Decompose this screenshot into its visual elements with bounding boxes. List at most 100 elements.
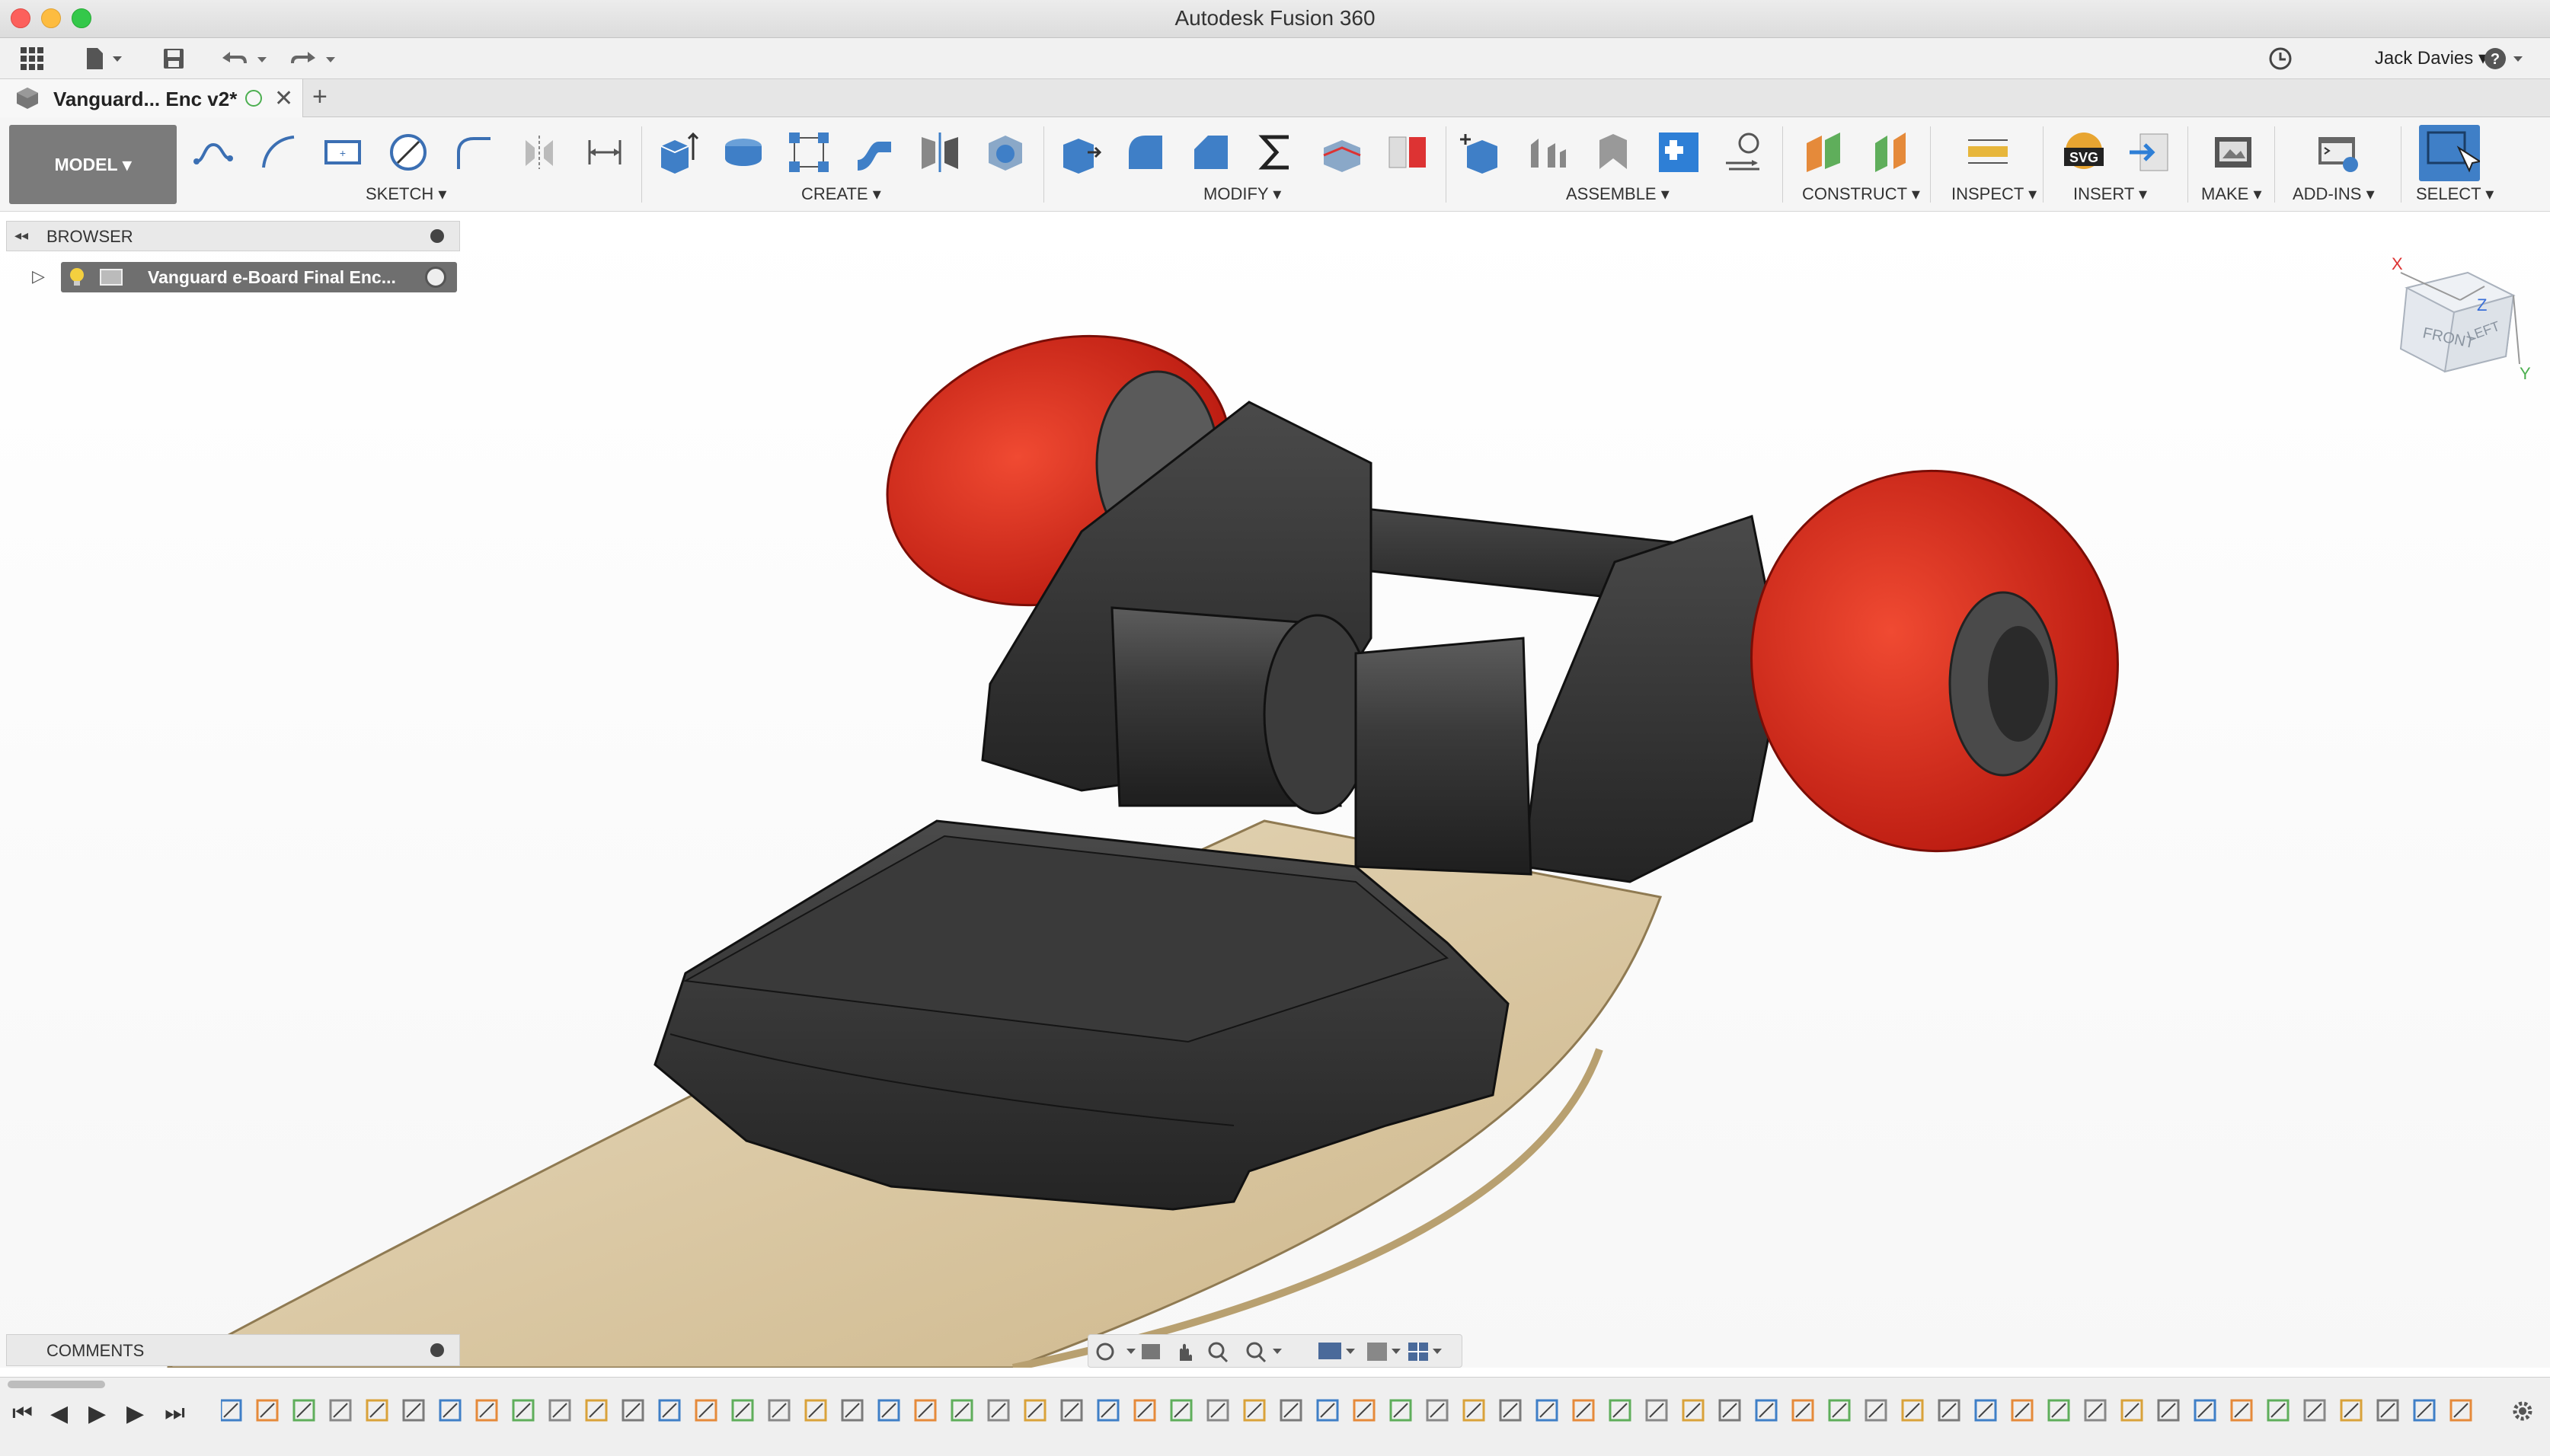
zoom-icon[interactable] [1208,1342,1229,1363]
scripts-addins-icon[interactable] [2314,128,2363,177]
file-menu-icon[interactable] [81,46,129,72]
look-at-icon[interactable] [1142,1344,1160,1359]
modify-group-label[interactable]: MODIFY ▾ [1203,184,1281,204]
parameters-sigma-icon[interactable] [1252,128,1301,177]
browser-pin-icon[interactable] [430,229,444,243]
browser-root-node[interactable]: Vanguard e-Board Final Enc... [61,262,457,292]
new-tab-button[interactable]: + [312,82,328,112]
sweep-icon[interactable] [850,128,899,177]
timeline-feature-icon[interactable] [2449,1399,2472,1422]
timeline-feature-icon[interactable] [914,1399,937,1422]
collapse-browser-icon[interactable]: ◂◂ [14,228,28,244]
lightbulb-visibility-icon[interactable] [67,267,87,292]
timeline-last-icon[interactable]: ⏭ [165,1400,185,1426]
rigid-group-icon[interactable] [1654,128,1703,177]
timeline-feature-icon[interactable] [439,1399,462,1422]
select-group-label[interactable]: SELECT ▾ [2416,184,2494,204]
insert-mesh-icon[interactable] [2125,128,2174,177]
timeline-feature-icon[interactable] [1645,1399,1668,1422]
timeline-feature-icon[interactable] [1426,1399,1449,1422]
select-tool-button[interactable] [2419,125,2482,181]
timeline-feature-icon[interactable] [256,1399,279,1422]
timeline-feature-icon[interactable] [731,1399,754,1422]
sketch-group-label[interactable]: SKETCH ▾ [366,184,446,204]
timeline-feature-icon[interactable] [1206,1399,1229,1422]
job-status-clock-icon[interactable] [2265,46,2296,72]
timeline-feature-icon[interactable] [585,1399,608,1422]
add-comment-icon[interactable] [430,1343,444,1357]
workspace-switcher[interactable]: MODEL ▾ [9,125,177,204]
timeline-feature-icon[interactable] [1243,1399,1266,1422]
timeline-feature-icon[interactable] [1024,1399,1047,1422]
comments-panel-header[interactable]: COMMENTS [6,1334,460,1366]
timeline-feature-icon[interactable] [2303,1399,2326,1422]
timeline-feature-icon[interactable] [1901,1399,1924,1422]
document-tab[interactable]: Vanguard... Enc v2* ✕ [0,79,303,117]
press-pull-icon[interactable] [1056,128,1104,177]
timeline-feature-icon[interactable] [2194,1399,2216,1422]
fillet-sketch-icon[interactable] [449,128,498,177]
close-tab-icon[interactable]: ✕ [274,85,293,112]
save-icon[interactable] [160,46,187,72]
timeline-feature-icon[interactable] [1389,1399,1412,1422]
timeline-feature-icon[interactable] [329,1399,352,1422]
measure-icon[interactable] [1964,128,2012,177]
timeline-feature-icon[interactable] [1938,1399,1960,1422]
timeline-scrollbar[interactable] [8,1381,105,1388]
timeline-feature-icon[interactable] [1572,1399,1595,1422]
shell-icon[interactable] [981,128,1030,177]
timeline-feature-icon[interactable] [2011,1399,2034,1422]
timeline-feature-icon[interactable] [1609,1399,1631,1422]
timeline-feature-icon[interactable] [2267,1399,2290,1422]
extrude-icon[interactable] [653,128,702,177]
addins-group-label[interactable]: ADD-INS ▾ [2293,184,2375,204]
timeline-feature-icon[interactable] [1353,1399,1376,1422]
data-panel-grid-icon[interactable] [17,46,47,72]
timeline-feature-icon[interactable] [221,1399,242,1422]
make-group-label[interactable]: MAKE ▾ [2201,184,2262,204]
fillet-icon[interactable] [1121,128,1170,177]
new-component-icon[interactable] [1458,128,1507,177]
timeline-settings-gear-icon[interactable] [2510,1399,2535,1427]
timeline-feature-icon[interactable] [804,1399,827,1422]
timeline-feature-icon[interactable] [877,1399,900,1422]
viewports-icon[interactable] [1408,1343,1442,1361]
timeline-feature-icon[interactable] [768,1399,791,1422]
expand-node-chevron-icon[interactable]: ▷ [32,267,45,286]
timeline-feature-icon[interactable] [1682,1399,1705,1422]
timeline-feature-icon[interactable] [512,1399,535,1422]
appearance-icon[interactable] [1383,128,1432,177]
orbit-icon[interactable] [1096,1343,1136,1361]
undo-icon[interactable] [219,46,274,72]
timeline-feature-icon[interactable] [1791,1399,1814,1422]
rectangle-icon[interactable]: + [318,128,367,177]
timeline-feature-icon[interactable] [2047,1399,2070,1422]
timeline-feature-icon[interactable] [2120,1399,2143,1422]
timeline-previous-icon[interactable]: ◀ [50,1400,68,1427]
timeline-play-icon[interactable]: ▶ [88,1400,106,1427]
timeline-feature-icon[interactable] [1499,1399,1522,1422]
inspect-group-label[interactable]: INSPECT ▾ [1951,184,2037,204]
timeline-feature-icon[interactable] [2376,1399,2399,1422]
timeline-feature-icon[interactable] [2413,1399,2436,1422]
timeline-feature-icon[interactable] [1535,1399,1558,1422]
fit-zoom-window-icon[interactable] [1246,1342,1282,1363]
3d-print-icon[interactable] [2209,128,2258,177]
timeline-feature-icon[interactable] [366,1399,388,1422]
timeline-feature-icon[interactable] [1462,1399,1485,1422]
mirror-sketch-icon[interactable] [515,128,564,177]
timeline-feature-icon[interactable] [292,1399,315,1422]
3d-canvas[interactable]: FRONT LEFT X Z Y [0,212,2550,1371]
timeline-feature-icon[interactable] [1974,1399,1997,1422]
timeline-first-icon[interactable]: ⏮ [12,1400,33,1426]
user-account-menu[interactable]: Jack Davies ▾ [2375,47,2488,69]
timeline-feature-icon[interactable] [1280,1399,1302,1422]
motion-link-icon[interactable] [1720,128,1769,177]
timeline-feature-icon[interactable] [622,1399,644,1422]
circle-icon[interactable] [384,128,433,177]
mirror-icon[interactable] [916,128,964,177]
timeline-feature-icon[interactable] [475,1399,498,1422]
timeline-feature-icon[interactable] [987,1399,1010,1422]
assemble-group-label[interactable]: ASSEMBLE ▾ [1566,184,1670,204]
construct-group-label[interactable]: CONSTRUCT ▾ [1802,184,1920,204]
